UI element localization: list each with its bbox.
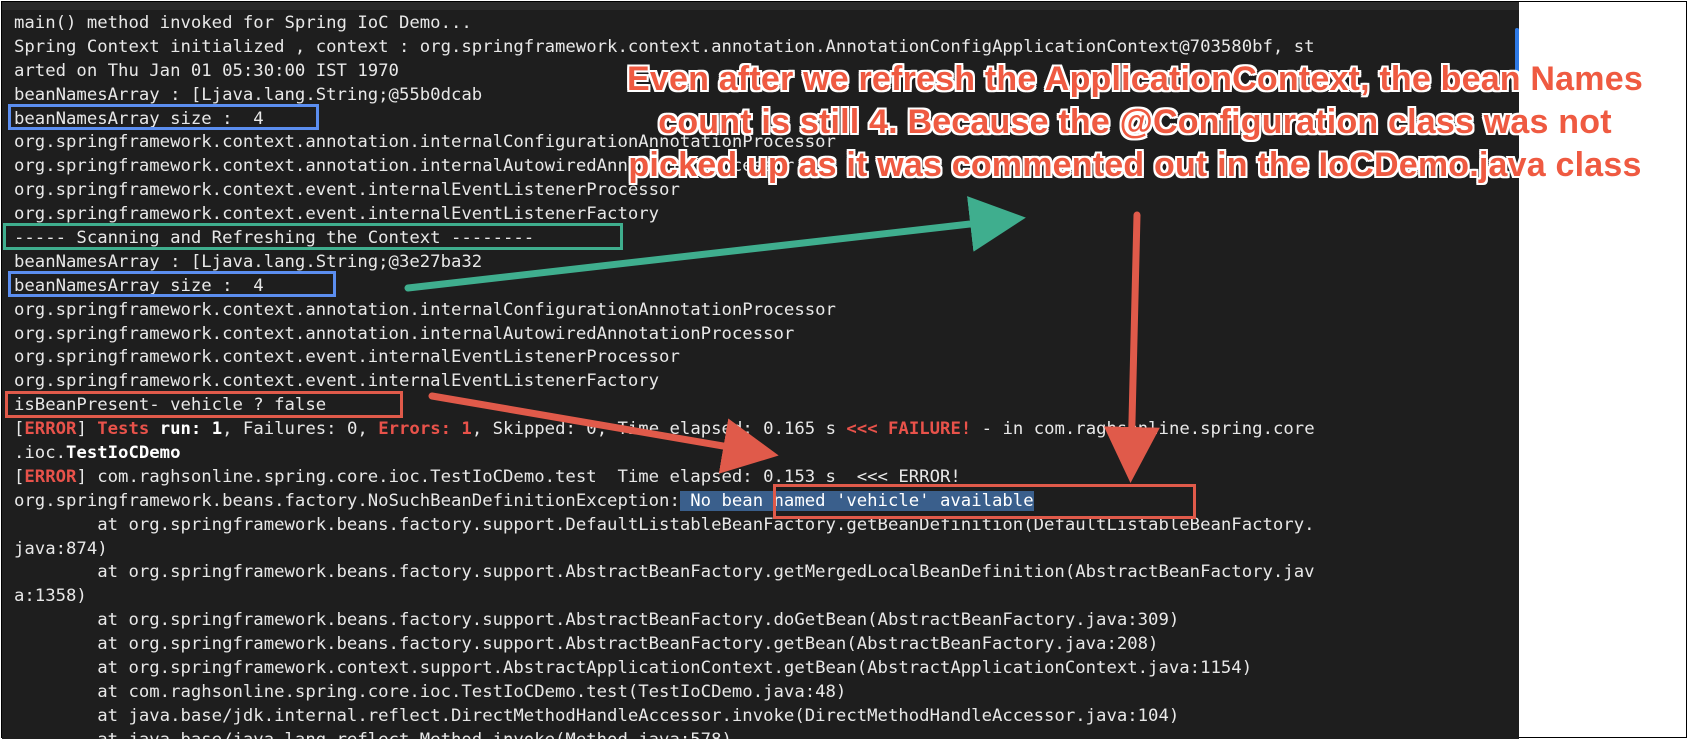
red-arrow-diagonal bbox=[428, 392, 779, 474]
callout-line: count is still 4. Because the @Configura… bbox=[658, 103, 1612, 141]
green-arrow bbox=[404, 196, 1026, 292]
callout-line: picked up as it was commented out in the… bbox=[628, 146, 1642, 184]
annotation-callout: Even after we refresh the ApplicationCon… bbox=[590, 58, 1680, 187]
callout-line: Even after we refresh the ApplicationCon… bbox=[627, 60, 1643, 98]
red-arrow-down bbox=[1103, 211, 1160, 483]
